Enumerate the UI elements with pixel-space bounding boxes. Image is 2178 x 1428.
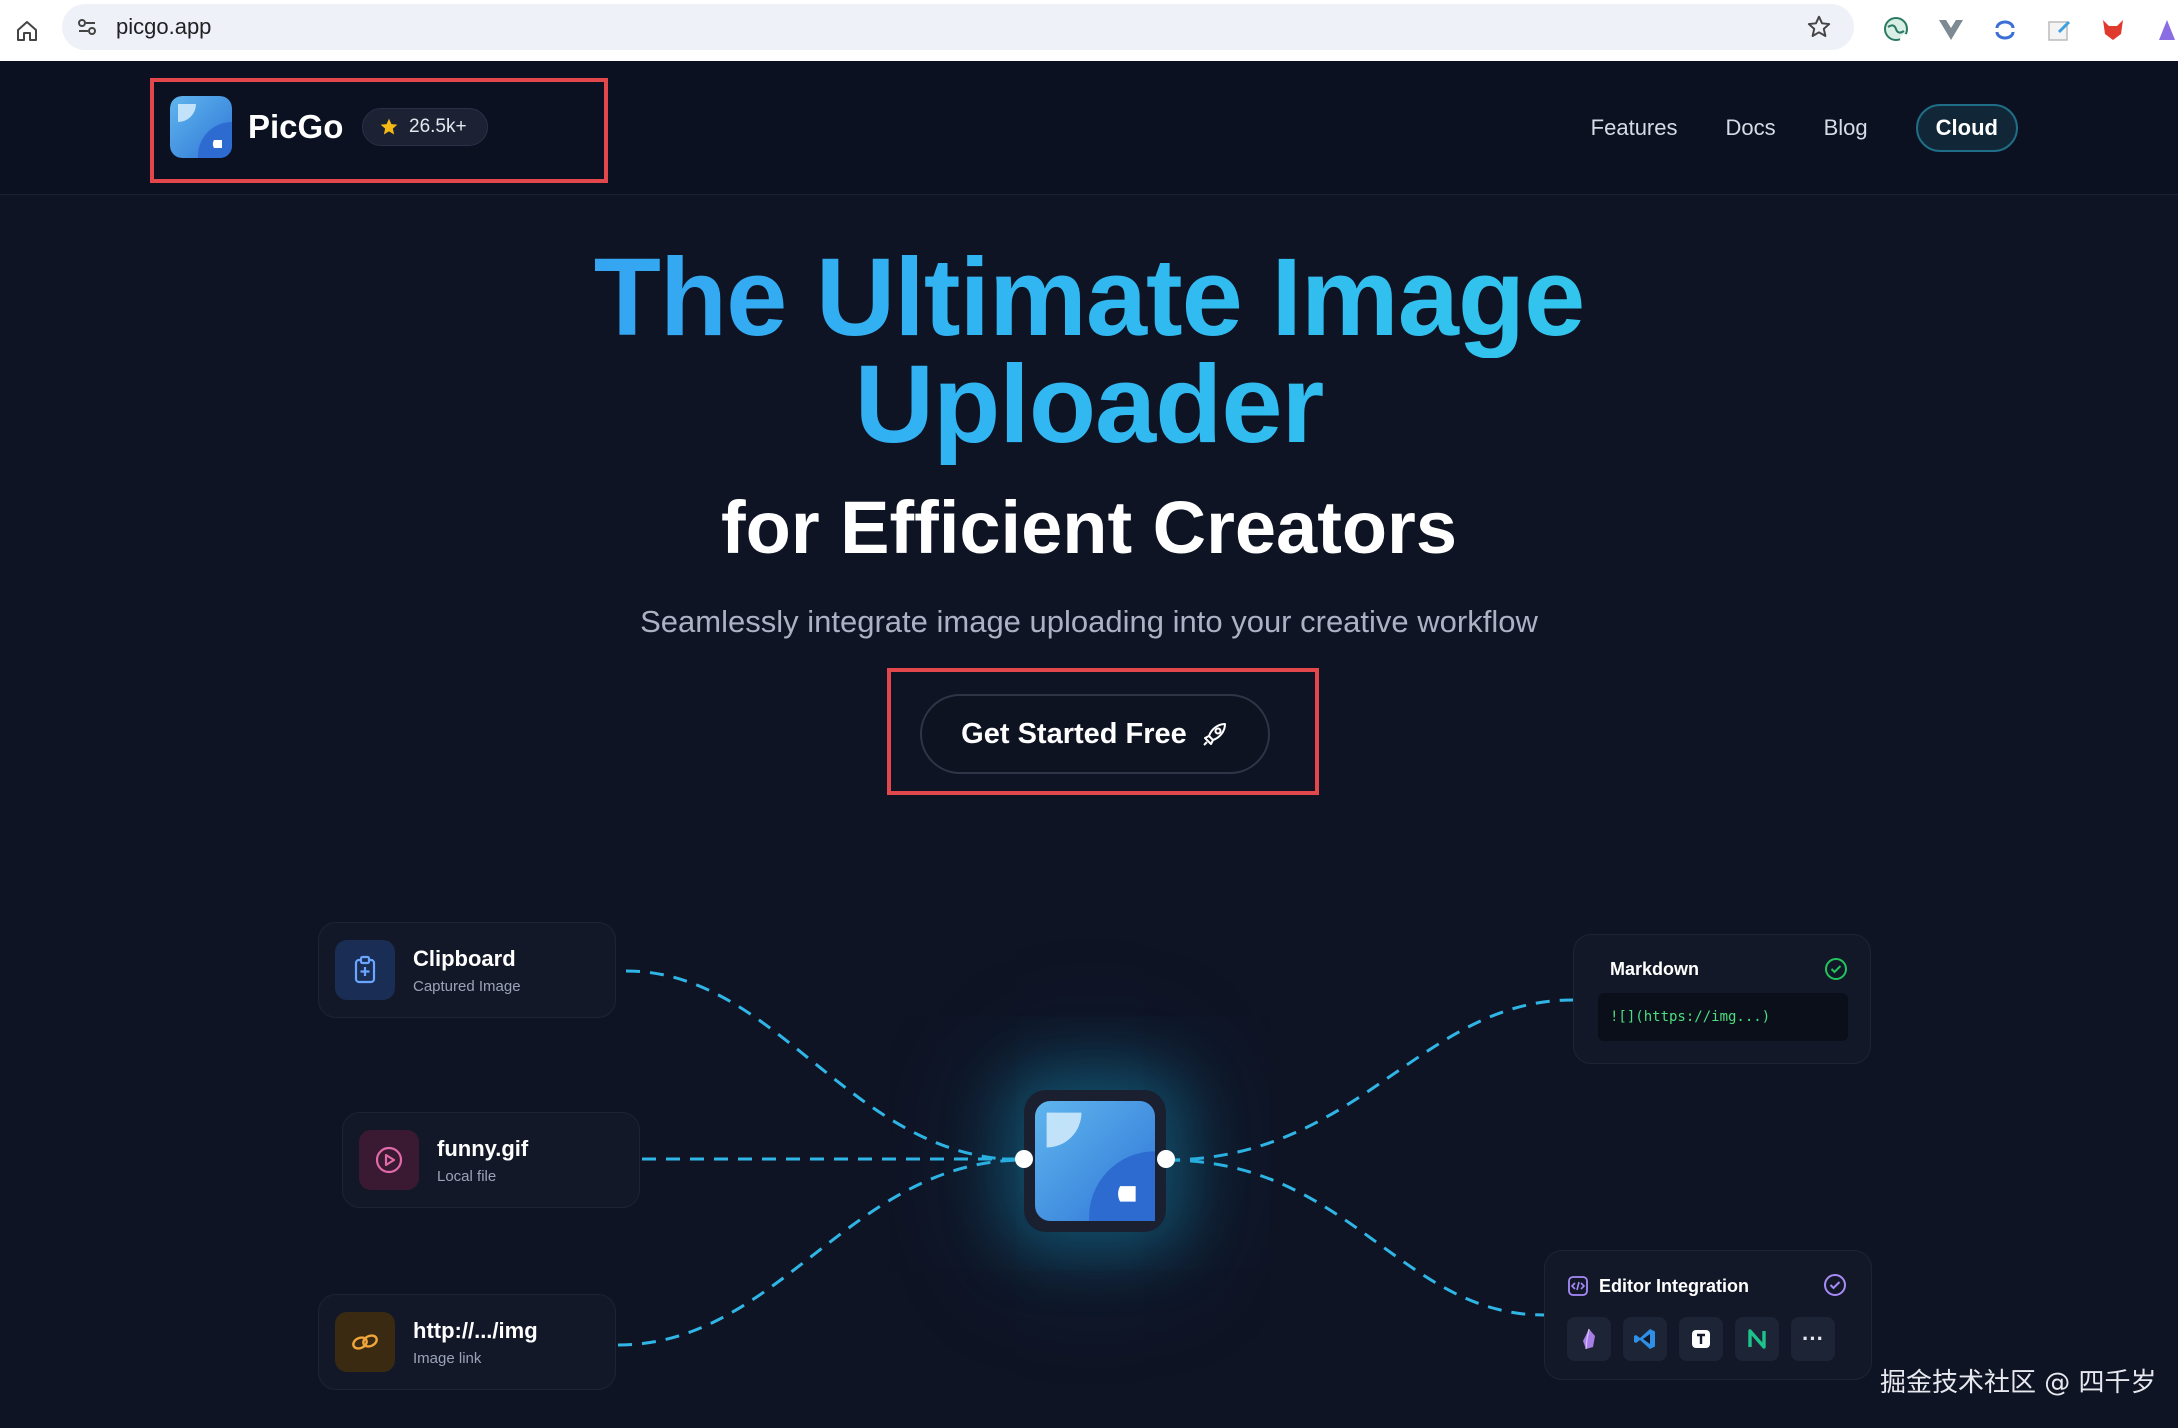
extension-vue-icon[interactable] <box>1934 13 1968 47</box>
stars-count: 26.5k+ <box>409 116 467 137</box>
more-icon[interactable]: ··· <box>1791 1317 1835 1361</box>
nav-link-blog[interactable]: Blog <box>1824 115 1868 141</box>
output-card-editor-integration[interactable]: Editor Integration ··· <box>1544 1250 1872 1380</box>
site-settings-icon[interactable] <box>72 12 102 42</box>
nav-link-features[interactable]: Features <box>1591 115 1678 141</box>
check-circle-icon <box>1825 958 1847 980</box>
source-subtitle: Local file <box>437 1167 497 1185</box>
github-stars-badge[interactable]: 26.5k+ <box>362 108 488 146</box>
browser-toolbar: picgo.app <box>0 0 2178 61</box>
get-started-button[interactable]: Get Started Free <box>920 694 1270 774</box>
bookmark-star-icon[interactable] <box>1804 12 1834 42</box>
extension-purple-icon[interactable] <box>2150 13 2178 47</box>
rocket-icon <box>1203 723 1226 746</box>
source-title: http://.../img <box>413 1317 538 1343</box>
vscode-icon[interactable] <box>1623 1317 1667 1361</box>
cloud-button[interactable]: Cloud <box>1915 104 2018 152</box>
source-card-image-link[interactable]: http://.../img Image link <box>318 1294 616 1390</box>
connector-dot-left <box>1015 1150 1033 1168</box>
more-label: ··· <box>1802 1326 1824 1351</box>
obsidian-icon[interactable] <box>1567 1317 1611 1361</box>
markdown-code-snippet: ![](https://img...) <box>1598 993 1848 1041</box>
picgo-logo-icon <box>1035 1101 1155 1221</box>
main-nav: Features Docs Blog Cloud <box>1543 104 2018 152</box>
check-circle-icon <box>1824 1274 1846 1296</box>
notion-icon[interactable] <box>1735 1317 1779 1361</box>
hero-title-line2: Uploader <box>0 345 2178 465</box>
get-started-label: Get Started Free <box>961 717 1187 750</box>
source-subtitle: Captured Image <box>413 977 521 995</box>
address-bar[interactable]: picgo.app <box>62 4 1854 50</box>
nav-link-docs[interactable]: Docs <box>1726 115 1776 141</box>
url-text: picgo.app <box>116 14 212 39</box>
source-title: funny.gif <box>437 1135 529 1161</box>
typora-icon[interactable] <box>1679 1317 1723 1361</box>
play-circle-icon <box>359 1130 419 1190</box>
star-icon <box>380 118 398 135</box>
picgo-logo-icon[interactable] <box>170 96 232 158</box>
extension-sync-icon[interactable] <box>1988 13 2022 47</box>
brand-name[interactable]: PicGo <box>248 108 343 146</box>
markdown-title: Markdown <box>1610 959 1700 979</box>
extensions-area <box>1880 12 2178 48</box>
home-icon[interactable] <box>8 12 46 50</box>
extension-note-icon[interactable] <box>2042 13 2076 47</box>
clipboard-plus-icon <box>335 940 395 1000</box>
connector-dot-right <box>1157 1150 1175 1168</box>
source-card-clipboard[interactable]: Clipboard Captured Image <box>318 922 616 1018</box>
hero-title-line1: The Ultimate Image <box>0 238 2178 358</box>
editor-integration-title: Editor Integration <box>1599 1275 1749 1296</box>
link-icon <box>335 1312 395 1372</box>
picgo-center-node <box>1024 1090 1166 1232</box>
editor-tool-list: ··· <box>1567 1317 1835 1361</box>
output-card-markdown[interactable]: Markdown ![](https://img...) <box>1573 934 1871 1064</box>
source-title: Clipboard <box>413 945 516 971</box>
code-icon <box>1568 1276 1588 1296</box>
source-card-local-file[interactable]: funny.gif Local file <box>342 1112 640 1208</box>
source-subtitle: Image link <box>413 1349 482 1367</box>
hero-description: Seamlessly integrate image uploading int… <box>640 604 1538 639</box>
hero-subtitle: for Efficient Creators <box>720 486 1458 569</box>
watermark-text: 掘金技术社区 @ 四千岁 <box>1880 1368 2157 1398</box>
extension-globe-icon[interactable] <box>1880 13 1914 47</box>
extension-fox-icon[interactable] <box>2096 13 2130 47</box>
